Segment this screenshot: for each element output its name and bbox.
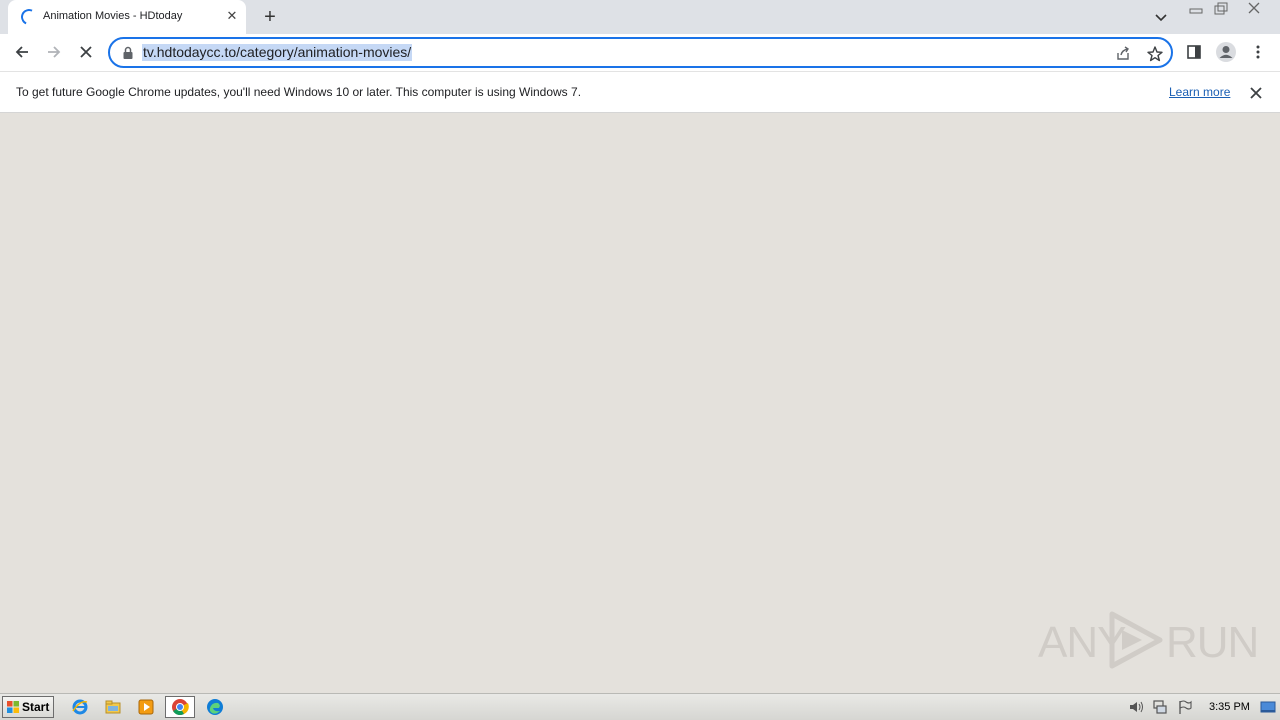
stop-icon [80, 46, 92, 58]
learn-more-link[interactable]: Learn more [1169, 85, 1230, 99]
side-panel-icon [1187, 45, 1201, 59]
avatar-icon [1216, 42, 1236, 62]
close-icon [1250, 87, 1262, 99]
media-player-icon [138, 699, 154, 715]
forward-button[interactable] [41, 39, 67, 65]
restore-icon [1214, 2, 1228, 15]
back-arrow-icon [15, 46, 28, 58]
start-label: Start [22, 700, 50, 714]
loading-spinner-icon [18, 6, 40, 28]
address-bar[interactable]: tv.hdtodaycc.to/category/animation-movie… [108, 37, 1173, 68]
show-desktop-icon [1260, 701, 1276, 713]
tray-action-center[interactable] [1176, 699, 1194, 715]
windows-logo-icon [7, 701, 19, 713]
tray-volume[interactable] [1127, 699, 1145, 715]
tab-strip: Animation Movies - HDtoday ✕ + [0, 0, 1280, 34]
volume-icon [1130, 701, 1143, 713]
star-icon [1147, 46, 1163, 62]
infobar-close-button[interactable] [1247, 84, 1265, 102]
taskbar-file-explorer[interactable] [98, 696, 128, 718]
chevron-down-icon [1155, 14, 1167, 22]
forward-arrow-icon [48, 46, 61, 58]
start-button[interactable]: Start [2, 696, 54, 718]
minimize-button[interactable] [1184, 0, 1208, 18]
taskbar-edge[interactable] [200, 696, 230, 718]
taskbar-clock[interactable]: 3:35 PM [1209, 701, 1250, 713]
network-icon [1153, 700, 1167, 714]
more-vertical-icon [1256, 45, 1260, 59]
profile-button[interactable] [1213, 39, 1239, 65]
browser-tab[interactable]: Animation Movies - HDtoday ✕ [8, 0, 246, 34]
url-text[interactable]: tv.hdtodaycc.to/category/animation-movie… [142, 44, 413, 61]
tab-title: Animation Movies - HDtoday [43, 10, 183, 22]
tray-network[interactable] [1151, 699, 1169, 715]
side-panel-button[interactable] [1181, 39, 1207, 65]
page-content [0, 114, 1280, 693]
tab-search-button[interactable] [1150, 8, 1172, 26]
share-icon [1117, 46, 1129, 60]
infobar-message: To get future Google Chrome updates, you… [16, 85, 582, 99]
close-icon [1248, 2, 1260, 14]
lock-icon[interactable] [122, 46, 134, 60]
play-logo-icon [1109, 611, 1163, 669]
file-explorer-icon [105, 700, 121, 714]
close-window-button[interactable] [1242, 0, 1266, 18]
show-desktop-button[interactable] [1259, 699, 1277, 715]
taskbar-chrome[interactable] [165, 696, 195, 718]
taskbar-internet-explorer[interactable] [65, 696, 95, 718]
minimize-icon [1189, 8, 1203, 14]
browser-toolbar: tv.hdtodaycc.to/category/animation-movie… [0, 34, 1280, 71]
windows-taskbar: Start 3:35 PM [0, 693, 1280, 720]
share-button[interactable] [1113, 44, 1133, 64]
watermark-right-text: RUN [1166, 618, 1259, 667]
restore-button[interactable] [1209, 0, 1233, 18]
taskbar-media-player[interactable] [131, 696, 161, 718]
bookmark-button[interactable] [1145, 44, 1165, 64]
action-center-flag-icon [1179, 700, 1192, 714]
chrome-menu-button[interactable] [1245, 39, 1271, 65]
new-tab-button[interactable]: + [258, 6, 282, 28]
chrome-icon [172, 699, 189, 716]
anyrun-watermark: ANY RUN [1038, 608, 1259, 672]
edge-icon [207, 699, 223, 715]
stop-loading-button[interactable] [73, 39, 99, 65]
back-button[interactable] [9, 39, 35, 65]
tab-close-icon[interactable]: ✕ [224, 8, 240, 24]
internet-explorer-icon [72, 699, 88, 715]
update-infobar: To get future Google Chrome updates, you… [0, 71, 1280, 113]
